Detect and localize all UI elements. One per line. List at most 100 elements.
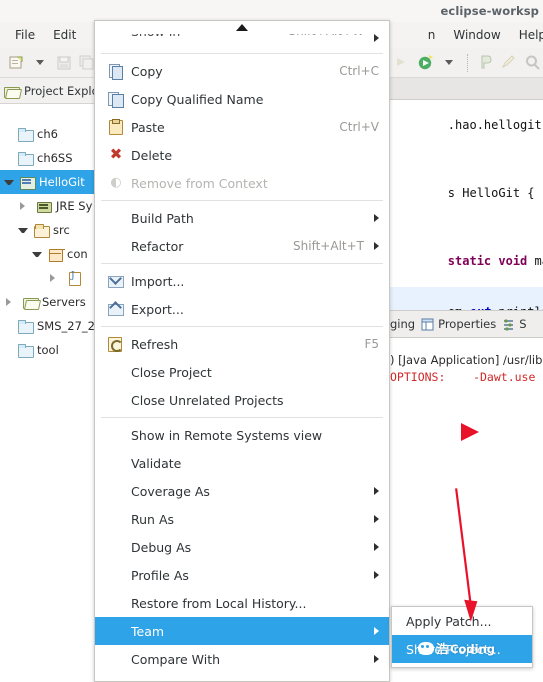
chevron-right-icon[interactable]: [50, 274, 60, 282]
menu-scroll-up-button[interactable]: [95, 21, 389, 34]
console-output[interactable]: ) [Java Application] /usr/lib OPTIONS: -…: [388, 338, 543, 386]
submenu-item-apply-patch[interactable]: Apply Patch...: [392, 607, 532, 635]
menu-run[interactable]: n: [419, 25, 445, 45]
java-project-icon: [20, 175, 36, 190]
tree-item-label: con: [67, 247, 88, 261]
menu-item-import[interactable]: Import...: [95, 267, 389, 295]
folder-icon: [18, 127, 34, 142]
tree-item-sms[interactable]: SMS_27_2: [0, 314, 95, 338]
menu-item-refresh[interactable]: Refresh F5: [95, 330, 389, 358]
menu-item-copy-qualified-name[interactable]: Copy Qualified Name: [95, 85, 389, 113]
run-icon[interactable]: [415, 52, 437, 74]
tree-item-label: ch6SS: [37, 151, 73, 165]
chevron-up-icon: [236, 24, 248, 31]
menu-item-copy[interactable]: Copy Ctrl+C: [95, 57, 389, 85]
search-icon[interactable]: [522, 52, 543, 74]
menu-item-accelerator: Ctrl+C: [339, 64, 379, 78]
menu-help[interactable]: Help: [510, 25, 543, 45]
menu-item-delete[interactable]: ✖ Delete: [95, 141, 389, 169]
tree-item-servers[interactable]: Servers: [0, 290, 95, 314]
code-segment: s: [447, 186, 463, 200]
tab-debugging[interactable]: ging: [390, 317, 415, 331]
menu-item-label: Delete: [131, 147, 173, 163]
code-segment: .println(: [491, 305, 543, 310]
run-dropdown-icon[interactable]: [438, 52, 460, 74]
menu-item-show-in[interactable]: Show In Shift+Alt+W: [95, 34, 389, 50]
project-explorer-tab-label: Project Explo: [24, 83, 95, 98]
copy-icon: [107, 63, 125, 80]
new-java-package-icon[interactable]: [475, 52, 497, 74]
folder-icon: [18, 319, 34, 334]
menu-item-label: Paste: [131, 119, 165, 135]
menu-item-restore-from-local-history[interactable]: Restore from Local History...: [95, 589, 389, 617]
menu-item-close-unrelated-projects[interactable]: Close Unrelated Projects: [95, 386, 389, 414]
code-segment: main(S: [534, 254, 543, 268]
tree-item-hellogit[interactable]: HelloGit: [0, 170, 95, 194]
chevron-right-icon[interactable]: [6, 298, 16, 306]
menu-item-label: Team: [131, 623, 165, 639]
chevron-right-icon: [374, 34, 379, 42]
menu-item-coverage-as[interactable]: Coverage As: [95, 477, 389, 505]
menu-item-compare-with[interactable]: Compare With: [95, 645, 389, 673]
quick-fix-icon[interactable]: [498, 52, 520, 74]
menu-item-debug-as[interactable]: Debug As: [95, 533, 389, 561]
new-dropdown-icon[interactable]: [30, 52, 52, 74]
editor-console-area: .hao.hellogit; s HelloGit { static void …: [388, 78, 543, 682]
tree-item-label: src: [53, 223, 70, 237]
chevron-down-icon[interactable]: [4, 179, 14, 185]
menu-separator: [101, 326, 383, 327]
menu-file[interactable]: File: [6, 25, 44, 45]
tree-item-package[interactable]: con: [0, 242, 95, 266]
editor-tab-strip[interactable]: [388, 78, 543, 100]
tree-item-ch6[interactable]: ch6: [0, 122, 95, 146]
tree-item-src[interactable]: src: [0, 218, 95, 242]
menu-item-show-in-remote-systems-view[interactable]: Show in Remote Systems view: [95, 421, 389, 449]
tab-project-explorer[interactable]: Project Explo: [0, 78, 95, 104]
java-editor[interactable]: .hao.hellogit; s HelloGit { static void …: [388, 100, 543, 310]
tab-servers[interactable]: S: [502, 317, 527, 331]
menu-item-configure[interactable]: Configure: [95, 673, 389, 682]
tab-properties[interactable]: Properties: [421, 317, 496, 331]
save-icon[interactable]: [53, 52, 75, 74]
folder-icon: [18, 343, 34, 358]
tree-item-tool[interactable]: tool: [0, 338, 95, 362]
watermark-cn-text: 浩: [436, 642, 449, 656]
menu-window[interactable]: Window: [444, 25, 509, 45]
menu-item-profile-as[interactable]: Profile As: [95, 561, 389, 589]
menu-item-label: Validate: [131, 455, 182, 471]
code-line: static void main(S: [388, 236, 543, 287]
chevron-right-icon[interactable]: [20, 202, 30, 210]
tab-properties-label: Properties: [438, 317, 497, 331]
menu-item-label: Refactor: [131, 238, 184, 254]
tree-item-jre-system-library[interactable]: JRE Sy: [0, 194, 95, 218]
menu-item-run-as[interactable]: Run As: [95, 505, 389, 533]
chevron-down-icon[interactable]: [32, 251, 42, 257]
menu-item-team[interactable]: Team: [95, 617, 389, 645]
new-icon[interactable]: [6, 52, 28, 74]
chevron-right-icon: [374, 543, 379, 551]
debug-icon[interactable]: [391, 52, 413, 74]
annotation-arrow-small: [461, 423, 479, 441]
tree-item-java-file[interactable]: [0, 266, 95, 290]
chevron-right-icon: [374, 627, 379, 635]
tree-item-label: Servers: [42, 295, 86, 309]
menu-item-label: Coverage As: [131, 483, 210, 499]
menu-item-close-project[interactable]: Close Project: [95, 358, 389, 386]
menu-item-label: Copy: [131, 63, 163, 79]
jre-library-icon: [37, 199, 52, 213]
menu-item-label: Close Unrelated Projects: [131, 392, 284, 408]
chevron-down-icon[interactable]: [18, 227, 28, 233]
servers-icon: [504, 318, 514, 331]
tree-item-ch6ss[interactable]: ch6SS: [0, 146, 95, 170]
menu-item-build-path[interactable]: Build Path: [95, 204, 389, 232]
code-line: s HelloGit {: [388, 168, 543, 219]
menu-edit[interactable]: Edit: [44, 25, 85, 45]
menu-item-export[interactable]: Export...: [95, 295, 389, 323]
menu-item-paste[interactable]: Paste Ctrl+V: [95, 113, 389, 141]
menu-item-validate[interactable]: Validate: [95, 449, 389, 477]
properties-icon: [421, 318, 434, 330]
menu-item-refactor[interactable]: Refactor Shift+Alt+T: [95, 232, 389, 260]
menu-item-label: Import...: [131, 273, 185, 289]
